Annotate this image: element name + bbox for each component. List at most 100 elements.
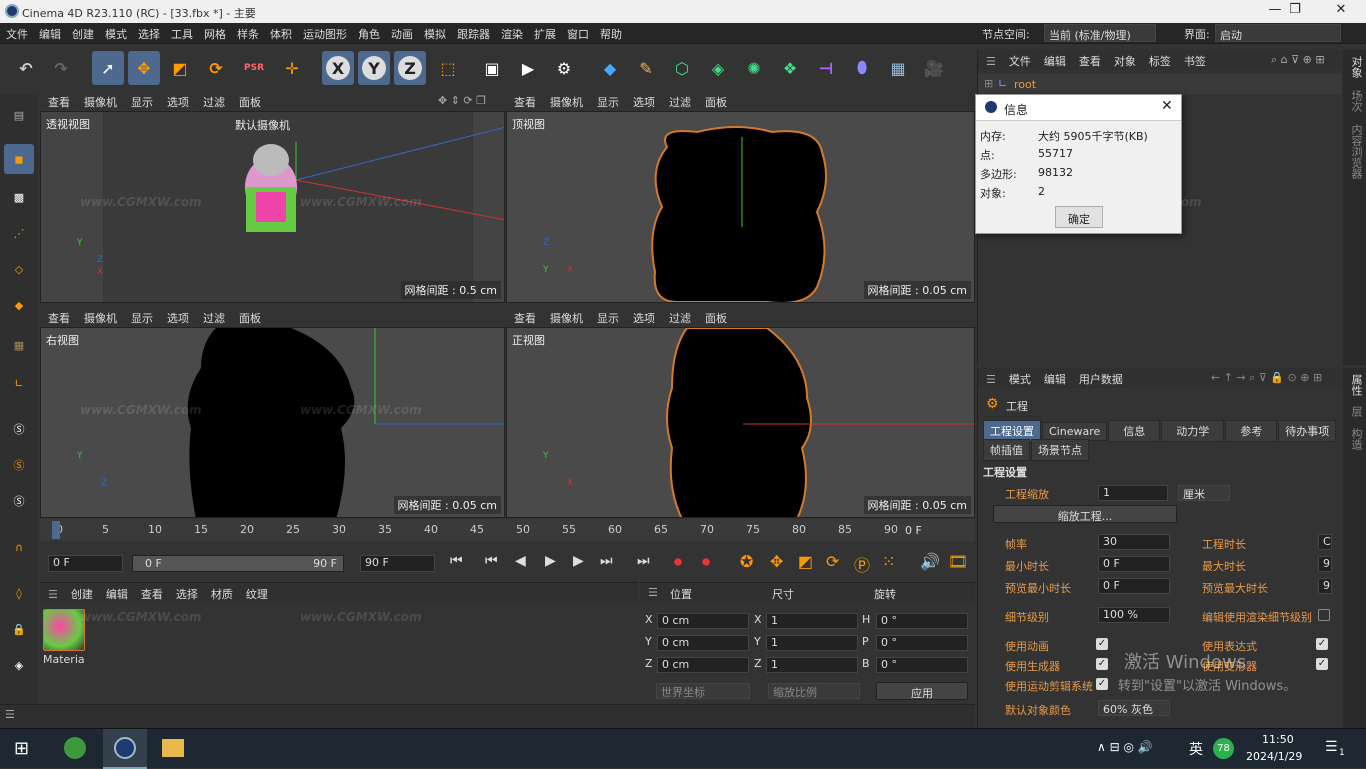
node-space-select[interactable]: 当前 (标准/物理) — [1044, 24, 1156, 42]
coordinate-system-icon[interactable]: ⬚ — [432, 51, 464, 85]
world-coords-select[interactable]: 世界坐标 — [656, 683, 750, 699]
key-rotation-icon[interactable]: ⟳ — [826, 552, 839, 571]
point-mode-icon[interactable]: ⋰ — [4, 218, 34, 248]
vp-menu-view[interactable]: 查看 — [506, 307, 542, 326]
floor-icon[interactable]: ▦ — [882, 51, 914, 85]
browser-app-icon[interactable] — [64, 737, 86, 759]
vp-menu-view[interactable]: 查看 — [40, 91, 76, 110]
prev-key-icon[interactable]: ⏮ — [485, 553, 498, 569]
position-field[interactable]: 0 cm — [657, 635, 749, 651]
close-button[interactable]: ✕ — [1321, 2, 1361, 20]
deformer-icon[interactable]: ⊣ — [810, 51, 842, 85]
obj-menu-view[interactable]: 查看 — [1071, 50, 1106, 69]
key-param-icon[interactable]: Ⓟ — [854, 552, 870, 576]
menu-render[interactable]: 渲染 — [495, 23, 528, 42]
cloner-icon[interactable]: ✺ — [738, 51, 770, 85]
texture-mode-icon[interactable]: ▩ — [4, 182, 34, 212]
menu-tracker[interactable]: 跟踪器 — [451, 23, 495, 42]
scale-mode-select[interactable]: 缩放比例 — [768, 683, 860, 699]
scale-tool-icon[interactable]: ◩ — [164, 51, 196, 85]
key-position-icon[interactable]: ✥ — [770, 552, 783, 571]
vp-menu-options[interactable]: 选项 — [159, 91, 195, 110]
tab-objects[interactable]: 对象 — [1348, 56, 1364, 78]
close-icon[interactable]: ✕ — [1161, 98, 1173, 114]
hamburger-icon[interactable]: ☰ — [40, 585, 63, 601]
extrude-icon[interactable]: ◈ — [702, 51, 734, 85]
maximize-button[interactable]: ❐ — [1275, 2, 1315, 20]
model-mode-icon[interactable]: ◼ — [4, 144, 34, 174]
apply-button[interactable]: 应用 — [876, 682, 968, 700]
menu-simulate[interactable]: 模拟 — [418, 23, 451, 42]
status-menu-icon[interactable]: ☰ — [5, 708, 15, 721]
tab-structure[interactable]: 构造 — [1348, 428, 1364, 450]
redo-icon[interactable]: ↷ — [45, 51, 77, 85]
obj-menu-tags[interactable]: 标签 — [1141, 50, 1176, 69]
tab-scene-nodes[interactable]: 场景节点 — [1031, 439, 1089, 461]
mograph-icon[interactable]: ❖ — [774, 51, 806, 85]
attr-menu-edit[interactable]: 编辑 — [1036, 368, 1071, 387]
project-time-field[interactable]: C — [1318, 534, 1332, 550]
vp-menu-display[interactable]: 显示 — [123, 91, 159, 110]
rotation-field[interactable]: 0 ° — [876, 657, 968, 673]
use-expressions-checkbox[interactable]: ✓ — [1316, 638, 1328, 650]
vp-menu-camera[interactable]: 摄像机 — [76, 307, 123, 326]
interface-select[interactable]: 启动 — [1215, 24, 1341, 42]
vp-menu-view[interactable]: 查看 — [506, 91, 542, 110]
preview-max-field[interactable]: 9 — [1318, 578, 1332, 594]
file-explorer-icon[interactable] — [162, 739, 184, 757]
tab-layers[interactable]: 层 — [1348, 406, 1364, 417]
perspective-viewport[interactable]: 透视视图 默认摄像机 Y Z X 网格间距 : 0.5 cm — [40, 111, 505, 303]
menu-mograph[interactable]: 运动图形 — [297, 23, 352, 42]
notification-icon[interactable]: ☰ — [1325, 739, 1338, 755]
top-viewport[interactable]: 顶视图 Z X Y 网格间距 : 0.05 cm — [506, 111, 975, 303]
sound-icon[interactable]: 🔊 — [920, 552, 940, 571]
preview-min-field[interactable]: 0 F — [1098, 578, 1170, 594]
timeline-ruler[interactable]: 051015202530354045505560657075808590 0 F — [40, 519, 975, 541]
tab-content-browser[interactable]: 内容浏览器 — [1348, 124, 1364, 179]
right-viewport[interactable]: 右视图 Y Z 网格间距 : 0.05 cm — [40, 327, 505, 518]
clock-time[interactable]: 11:50 — [1262, 733, 1294, 746]
vp-menu-filter[interactable]: 过滤 — [661, 307, 697, 326]
menu-mesh[interactable]: 网格 — [198, 23, 231, 42]
vp-menu-options[interactable]: 选项 — [625, 307, 661, 326]
menu-volume[interactable]: 体积 — [264, 23, 297, 42]
uv-mode-icon[interactable]: ▦ — [4, 330, 34, 360]
tray-icons[interactable]: ∧ ⊟ ◎ 🔊 — [1097, 740, 1153, 754]
size-field[interactable]: 1 — [766, 613, 858, 629]
z-axis-icon[interactable]: Z — [394, 51, 426, 85]
workplane-icon[interactable]: ◊ — [4, 578, 34, 608]
vp-menu-camera[interactable]: 摄像机 — [542, 91, 589, 110]
axis-move-icon[interactable]: ✛ — [276, 51, 308, 85]
snap-3d-icon[interactable]: Ⓢ — [4, 486, 34, 516]
camera-icon[interactable]: 🎥 — [918, 51, 950, 85]
size-field[interactable]: 1 — [766, 657, 858, 673]
menu-animate[interactable]: 动画 — [385, 23, 418, 42]
ime-indicator[interactable]: 英 — [1189, 739, 1203, 759]
max-frame-field[interactable]: 90 F — [360, 555, 435, 572]
autokey-icon[interactable]: ⏺ — [702, 552, 710, 572]
use-motion-checkbox[interactable]: ✓ — [1096, 678, 1108, 690]
play-icon[interactable]: ▶ — [545, 553, 556, 569]
attr-menu-mode[interactable]: 模式 — [1001, 368, 1036, 387]
cinema4d-taskbar-item[interactable] — [103, 729, 147, 769]
vp-menu-filter[interactable]: 过滤 — [195, 307, 231, 326]
subdivision-icon[interactable]: ⬡ — [666, 51, 698, 85]
rotate-tool-icon[interactable]: ⟳ — [200, 51, 232, 85]
menu-mode[interactable]: 模式 — [99, 23, 132, 42]
project-unit-select[interactable]: 厘米 — [1178, 485, 1230, 501]
x-axis-icon[interactable]: X — [322, 51, 354, 85]
object-row-root[interactable]: ⊞ ∟ root — [978, 74, 1342, 94]
obj-menu-edit[interactable]: 编辑 — [1036, 50, 1071, 69]
size-field[interactable]: 1 — [766, 635, 858, 651]
film-icon[interactable]: 🎞 — [948, 552, 968, 571]
tab-attributes[interactable]: 属性 — [1348, 374, 1364, 396]
vp-menu-camera[interactable]: 摄像机 — [542, 307, 589, 326]
tab-takes[interactable]: 场次 — [1348, 90, 1364, 112]
goto-end-icon[interactable]: ⏭ — [637, 553, 650, 569]
material-swatch[interactable] — [43, 609, 85, 651]
tab-reference[interactable]: 参考 — [1225, 420, 1278, 442]
mat-menu-view[interactable]: 查看 — [133, 583, 168, 602]
ok-button[interactable]: 确定 — [1055, 206, 1103, 228]
max-time-field[interactable]: 9 — [1318, 556, 1332, 572]
material-name[interactable]: Materia — [43, 653, 85, 666]
